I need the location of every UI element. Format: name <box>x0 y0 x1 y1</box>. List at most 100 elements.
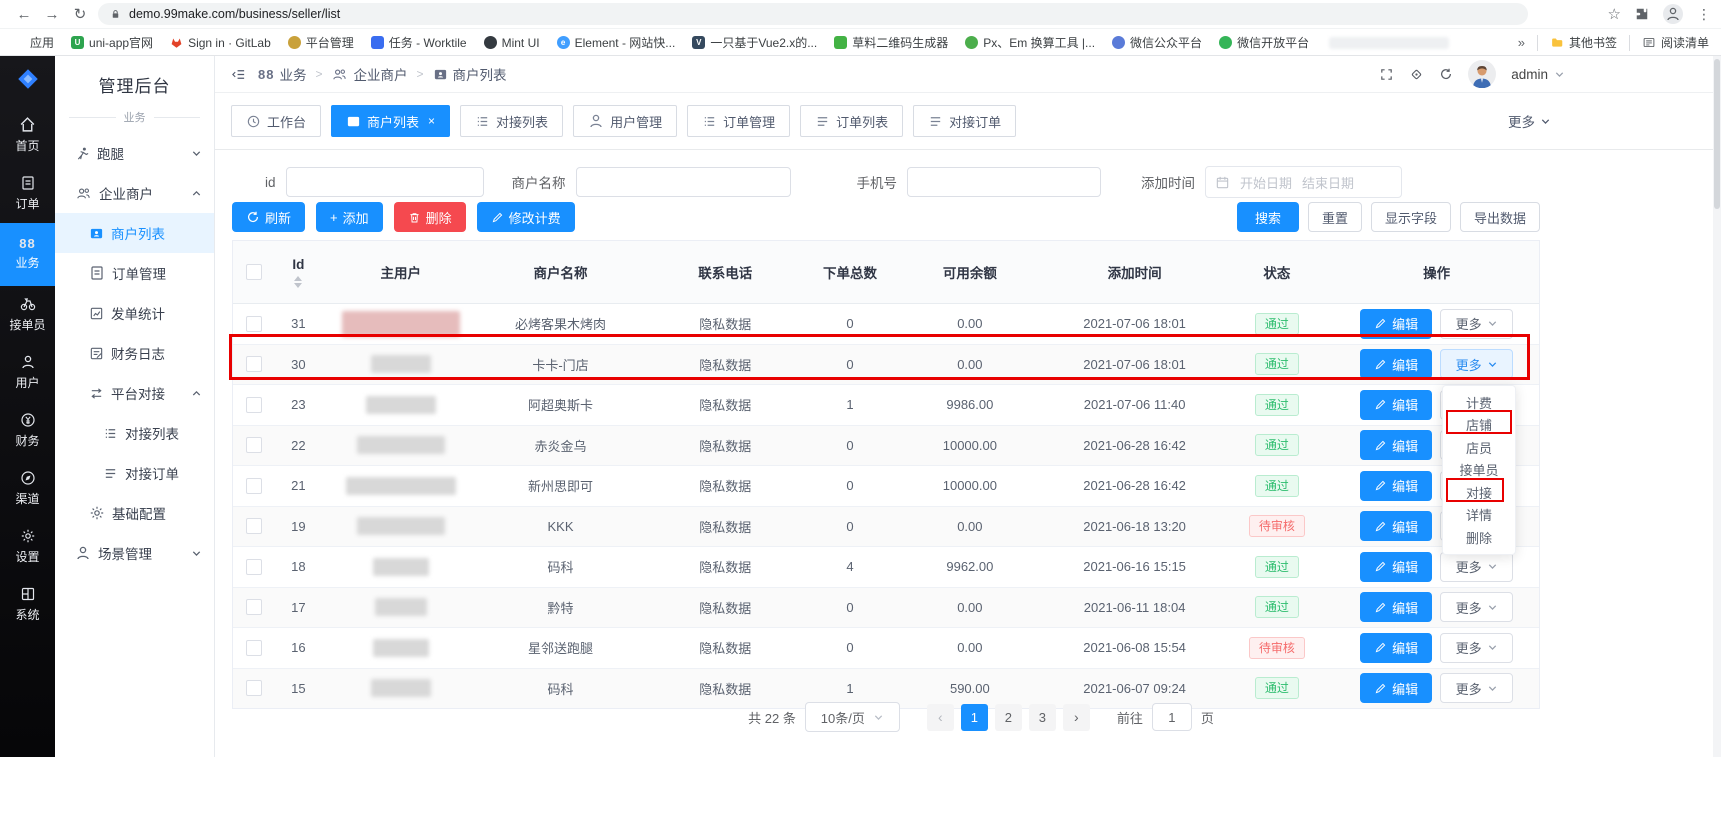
edit-button[interactable]: 编辑 <box>1360 390 1432 420</box>
show-fields-button[interactable]: 显示字段 <box>1371 202 1451 232</box>
tab-7[interactable]: 对接订单 <box>913 105 1016 137</box>
reset-button[interactable]: 重置 <box>1308 202 1362 232</box>
delete-button[interactable]: 删除 <box>394 202 466 232</box>
bookmark-item[interactable]: eElement - 网站快... <box>557 34 676 51</box>
dropdown-item-5[interactable]: 对接 <box>1443 481 1515 504</box>
more-button[interactable]: 更多 <box>1440 592 1513 622</box>
rail-item-1[interactable]: 首页 <box>0 106 55 165</box>
browser-menu-icon[interactable]: ⋮ <box>1697 6 1711 23</box>
scrollbar[interactable] <box>1713 56 1721 757</box>
sidebar-item-11[interactable]: 场景管理 <box>55 533 214 573</box>
reload-icon[interactable]: ↻ <box>66 5 94 23</box>
bookmark-item[interactable]: V一只基于Vue2.x的... <box>692 34 817 51</box>
dropdown-item-6[interactable]: 详情 <box>1443 504 1515 527</box>
sidebar-item-9[interactable]: 对接订单 <box>55 453 214 493</box>
page-button-3[interactable]: 3 <box>1029 704 1056 731</box>
sidebar-item-1[interactable]: 跑腿 <box>55 133 214 173</box>
edit-button[interactable]: 编辑 <box>1360 349 1432 379</box>
export-button[interactable]: 导出数据 <box>1460 202 1540 232</box>
sidebar-item-3[interactable]: 商户列表 <box>55 213 214 253</box>
bookmark-item[interactable]: 任务 - Worktile <box>371 34 467 51</box>
prev-page-button[interactable]: ‹ <box>927 704 954 731</box>
tab-3[interactable]: 对接列表 <box>460 105 563 137</box>
bookmark-item[interactable]: Px、Em 换算工具 |... <box>965 34 1095 51</box>
bookmark-item[interactable]: 平台管理 <box>288 34 354 51</box>
edit-button[interactable]: 编辑 <box>1360 592 1432 622</box>
tabs-more-button[interactable]: 更多 <box>1508 111 1551 131</box>
browser-profile-icon[interactable] <box>1663 4 1683 24</box>
bookmarks-overflow-icon[interactable]: » <box>1518 35 1525 50</box>
rail-item-4[interactable]: 接单员 <box>0 286 55 344</box>
page-size-select[interactable]: 10条/页 <box>805 702 900 732</box>
phone-input[interactable] <box>907 167 1101 197</box>
refresh-button[interactable]: 刷新 <box>232 202 305 232</box>
sort-desc-icon[interactable] <box>294 283 302 288</box>
row-checkbox[interactable] <box>246 437 262 453</box>
row-checkbox[interactable] <box>246 518 262 534</box>
edit-button[interactable]: 编辑 <box>1360 633 1432 663</box>
more-button[interactable]: 更多 <box>1440 349 1513 379</box>
rail-item-9[interactable]: 系统 <box>0 576 55 634</box>
bookmark-star-icon[interactable]: ☆ <box>1608 5 1621 23</box>
search-button[interactable]: 搜索 <box>1237 202 1299 232</box>
sort-asc-icon[interactable] <box>294 276 302 281</box>
sidebar-item-10[interactable]: 基础配置 <box>55 493 214 533</box>
tab-4[interactable]: 用户管理 <box>573 105 677 137</box>
forward-icon[interactable]: → <box>38 6 66 23</box>
avatar[interactable] <box>1468 60 1496 88</box>
sidebar-item-5[interactable]: 发单统计 <box>55 293 214 333</box>
sort-icons[interactable] <box>294 276 302 288</box>
breadcrumb-item-1[interactable]: 88业务 <box>258 64 306 84</box>
sidebar-item-4[interactable]: 订单管理 <box>55 253 214 293</box>
bookmark-item[interactable]: 草料二维码生成器 <box>834 34 948 51</box>
scrollbar-thumb[interactable] <box>1714 59 1720 209</box>
add-button[interactable]: +添加 <box>316 202 383 232</box>
more-button[interactable]: 更多 <box>1440 309 1513 339</box>
tab-2[interactable]: 商户列表× <box>331 105 450 137</box>
row-checkbox[interactable] <box>246 640 262 656</box>
date-range-input[interactable]: 开始日期 结束日期 <box>1205 166 1402 198</box>
rail-item-8[interactable]: 设置 <box>0 518 55 576</box>
close-icon[interactable]: × <box>428 114 435 128</box>
more-button[interactable]: 更多 <box>1440 552 1513 582</box>
reading-list[interactable]: 阅读清单 <box>1642 34 1709 51</box>
dropdown-item-1[interactable]: 计费 <box>1443 391 1515 414</box>
address-bar[interactable]: demo.99make.com/business/seller/list <box>98 3 1528 25</box>
row-checkbox[interactable] <box>246 316 262 332</box>
page-button-1[interactable]: 1 <box>961 704 988 731</box>
extensions-icon[interactable] <box>1635 7 1649 21</box>
edit-button[interactable]: 编辑 <box>1360 430 1432 460</box>
goto-page-input[interactable] <box>1152 703 1192 731</box>
dropdown-item-3[interactable]: 店员 <box>1443 436 1515 459</box>
select-all-checkbox[interactable] <box>246 264 262 280</box>
bookmark-item[interactable]: Sign in · GitLab <box>170 36 271 50</box>
row-checkbox[interactable] <box>246 559 262 575</box>
sidebar-collapse-icon[interactable] <box>231 67 246 82</box>
rail-item-6[interactable]: 财务 <box>0 402 55 460</box>
rail-item-2[interactable]: 订单 <box>0 165 55 223</box>
sidebar-item-2[interactable]: 企业商户 <box>55 173 214 213</box>
other-bookmarks[interactable]: 其他书签 <box>1550 34 1617 51</box>
rail-item-7[interactable]: 渠道 <box>0 460 55 518</box>
sidebar-item-8[interactable]: 对接列表 <box>55 413 214 453</box>
sidebar-item-6[interactable]: 财务日志 <box>55 333 214 373</box>
edit-button[interactable]: 编辑 <box>1360 552 1432 582</box>
dropdown-item-2[interactable]: 店铺 <box>1443 414 1515 437</box>
modify-billing-button[interactable]: 修改计费 <box>477 202 575 232</box>
bookmark-item[interactable]: Mint UI <box>484 36 540 50</box>
rail-item-3[interactable]: 88业务 <box>0 223 55 286</box>
row-checkbox[interactable] <box>246 599 262 615</box>
bookmark-item[interactable]: 微信公众平台 <box>1112 34 1202 51</box>
edit-button[interactable]: 编辑 <box>1360 471 1432 501</box>
row-checkbox[interactable] <box>246 397 262 413</box>
rail-item-5[interactable]: 用户 <box>0 344 55 402</box>
more-button[interactable]: 更多 <box>1440 633 1513 663</box>
row-checkbox[interactable] <box>246 680 262 696</box>
page-button-2[interactable]: 2 <box>995 704 1022 731</box>
refresh-icon[interactable] <box>1439 67 1453 81</box>
more-button[interactable]: 更多 <box>1440 673 1513 703</box>
bookmark-item[interactable]: 应用 <box>12 34 54 51</box>
fullscreen-icon[interactable] <box>1379 67 1394 82</box>
id-input[interactable] <box>286 167 484 197</box>
breadcrumb-item-3[interactable]: 商户列表 <box>433 64 507 84</box>
